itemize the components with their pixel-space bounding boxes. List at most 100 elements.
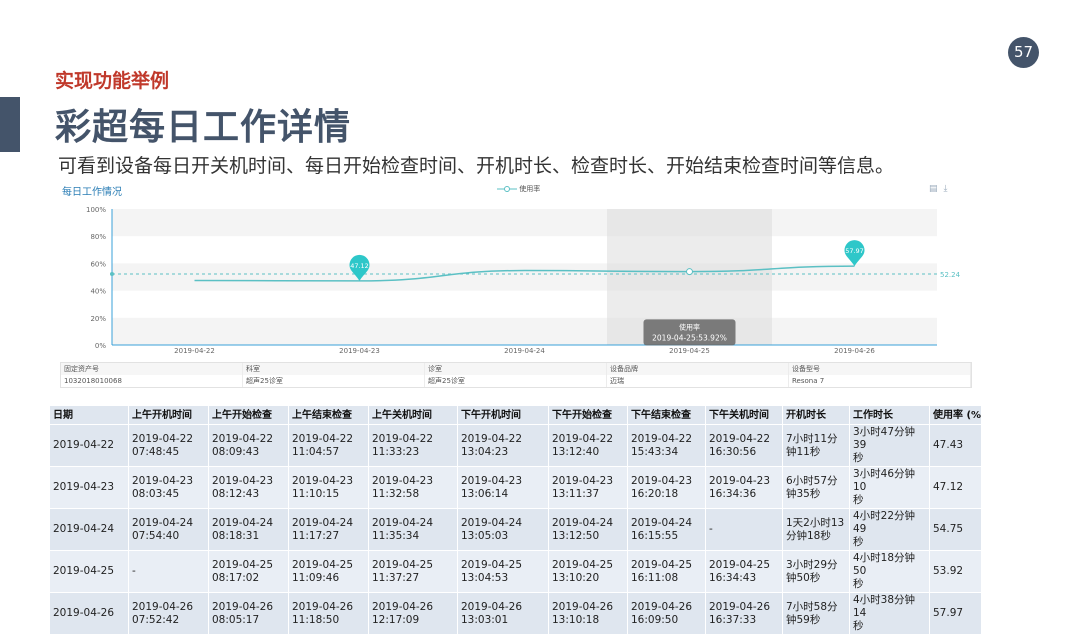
table-cell: -: [128, 550, 209, 593]
tooltip-value: 2019-04-25:53.92%: [652, 333, 727, 342]
column-header: 使用率 (%): [929, 405, 982, 425]
table-cell: 2019-04-24: [49, 508, 129, 551]
x-tick-label: 2019-04-23: [339, 347, 380, 355]
info-value-cell: 迈瑞: [607, 375, 789, 387]
column-header: 上午关机时间: [368, 405, 458, 425]
chart-toolbox: ▤⤓: [929, 184, 954, 194]
tooltip-title: 使用率: [679, 322, 700, 331]
device-info-header-row: 固定资产号 科室 诊室 设备品牌 设备型号: [61, 363, 971, 375]
chart-title: 每日工作情况: [62, 187, 122, 198]
column-header: 下午关机时间: [705, 405, 783, 425]
info-value-cell: 1032018010068: [61, 375, 243, 387]
legend-label: 使用率: [519, 185, 541, 193]
table-header-row: 日期 上午开机时间 上午开始检查 上午结束检查 上午关机时间 下午开机时间 下午开始检查 下午…: [49, 405, 982, 425]
table-cell: 2019-04-26 13:10:18: [548, 592, 628, 635]
y-tick-label: 20%: [90, 315, 106, 323]
info-header-cell: 固定资产号: [61, 363, 243, 375]
table-cell: -: [705, 508, 783, 551]
info-header-cell: 设备型号: [789, 363, 971, 375]
table-cell: 2019-04-26 16:37:33: [705, 592, 783, 635]
table-cell: 2019-04-24 07:54:40: [128, 508, 209, 551]
mark-line-label: 52.24: [940, 271, 961, 279]
table-row: 2019-04-22 2019-04-22 07:48:45 2019-04-22 …: [49, 424, 982, 467]
table-cell: 2019-04-23 11:10:15: [288, 466, 369, 509]
table-cell: 2019-04-25: [49, 550, 129, 593]
table-cell: 3小时47分钟39 秒: [849, 424, 930, 467]
table-cell: 2019-04-22 16:30:56: [705, 424, 783, 467]
table-cell: 2019-04-26: [49, 592, 129, 635]
table-cell: 2019-04-25 11:37:27: [368, 550, 458, 593]
table-cell: 2019-04-23 16:20:18: [627, 466, 706, 509]
column-header: 开机时长: [782, 405, 850, 425]
table-cell: 7小时11分 钟11秒: [782, 424, 850, 467]
table-cell: 6小时57分 钟35秒: [782, 466, 850, 509]
info-header-cell: 设备品牌: [607, 363, 789, 375]
table-cell: 2019-04-26 16:09:50: [627, 592, 706, 635]
table-cell: 3小时29分 钟50秒: [782, 550, 850, 593]
table-cell: 2019-04-26 13:03:01: [457, 592, 549, 635]
y-tick-label: 40%: [90, 288, 106, 296]
y-tick-label: 80%: [90, 233, 106, 241]
column-header: 下午开始检查: [548, 405, 628, 425]
table-cell: 2019-04-22 11:04:57: [288, 424, 369, 467]
info-header-cell: 诊室: [425, 363, 607, 375]
table-cell: 7小时58分 钟59秒: [782, 592, 850, 635]
slide-subtitle: 可看到设备每日开关机时间、每日开始检查时间、开机时长、检查时长、开始结束检查时间…: [58, 155, 895, 177]
table-cell: 2019-04-24 11:35:34: [368, 508, 458, 551]
table-cell: 2019-04-23 13:06:14: [457, 466, 549, 509]
table-cell: 2019-04-22 11:33:23: [368, 424, 458, 467]
table-cell: 2019-04-26 08:05:17: [208, 592, 289, 635]
x-tick-label: 2019-04-22: [174, 347, 215, 355]
table-cell: 4小时38分钟14 秒: [849, 592, 930, 635]
table-cell: 4小时22分钟49 秒: [849, 508, 930, 551]
mark-line-start: [110, 271, 114, 276]
column-header: 工作时长: [849, 405, 930, 425]
legend-line-icon: [497, 186, 517, 192]
table-cell: 2019-04-25 13:10:20: [548, 550, 628, 593]
table-cell: 2019-04-26 11:18:50: [288, 592, 369, 635]
table-cell: 1天2小时13 分钟18秒: [782, 508, 850, 551]
download-icon[interactable]: ⤓: [944, 184, 954, 194]
usage-line-chart: 0% 20% 40% 60% 80% 100% 2019-04-22 2019-04-23 20…: [86, 206, 961, 355]
table-cell: 2019-04-22 15:43:34: [627, 424, 706, 467]
table-cell: 2019-04-25 16:11:08: [627, 550, 706, 593]
table-row: 2019-04-24 2019-04-24 07:54:40 2019-04-24 …: [49, 508, 982, 551]
y-tick-label: 0%: [95, 342, 106, 350]
page-number-badge: 57: [1008, 37, 1039, 68]
table-cell: 2019-04-22 08:09:43: [208, 424, 289, 467]
data-view-icon[interactable]: ▤: [929, 184, 944, 194]
table-cell: 2019-04-24 13:12:50: [548, 508, 628, 551]
table-cell: 2019-04-25 08:17:02: [208, 550, 289, 593]
column-header: 下午开机时间: [457, 405, 549, 425]
table-cell: 57.97: [929, 592, 982, 635]
table-cell: 2019-04-24 08:18:31: [208, 508, 289, 551]
accent-bar: [0, 97, 20, 152]
table-cell: 47.43: [929, 424, 982, 467]
table-cell: 2019-04-22 13:04:23: [457, 424, 549, 467]
table-cell: 2019-04-22: [49, 424, 129, 467]
column-header: 上午开机时间: [128, 405, 209, 425]
table-cell: 4小时18分钟50 秒: [849, 550, 930, 593]
table-cell: 2019-04-23 11:32:58: [368, 466, 458, 509]
slide-title: 彩超每日工作详情: [55, 107, 352, 148]
y-tick-label: 100%: [86, 206, 106, 214]
table-cell: 2019-04-24 11:17:27: [288, 508, 369, 551]
chart-legend[interactable]: 使用率: [497, 184, 540, 194]
info-header-cell: 科室: [243, 363, 425, 375]
chart-panel: 每日工作情况 使用率 ▤⤓ 0% 20% 40% 60% 80% 100% 2019-04-…: [57, 179, 995, 389]
table-cell: 2019-04-24 16:15:55: [627, 508, 706, 551]
table-cell: 2019-04-22 07:48:45: [128, 424, 209, 467]
x-tick-label: 2019-04-24: [504, 347, 545, 355]
table-cell: 3小时46分钟10 秒: [849, 466, 930, 509]
table-cell: 2019-04-23 13:11:37: [548, 466, 628, 509]
x-tick-label: 2019-04-26: [834, 347, 875, 355]
table-cell: 47.12: [929, 466, 982, 509]
device-info-value-row: 1032018010068 超声25诊室 超声25诊室 迈瑞 Resona 7: [61, 375, 971, 387]
hover-point: [686, 268, 693, 276]
y-tick-label: 60%: [90, 260, 106, 268]
table-cell: 2019-04-25 16:34:43: [705, 550, 783, 593]
info-value-cell: 超声25诊室: [243, 375, 425, 387]
mark-point-label: 57.97: [845, 247, 864, 255]
column-header: 上午开始检查: [208, 405, 289, 425]
table-row: 2019-04-25-2019-04-25 08:17:02 2019-04-25…: [49, 550, 982, 593]
